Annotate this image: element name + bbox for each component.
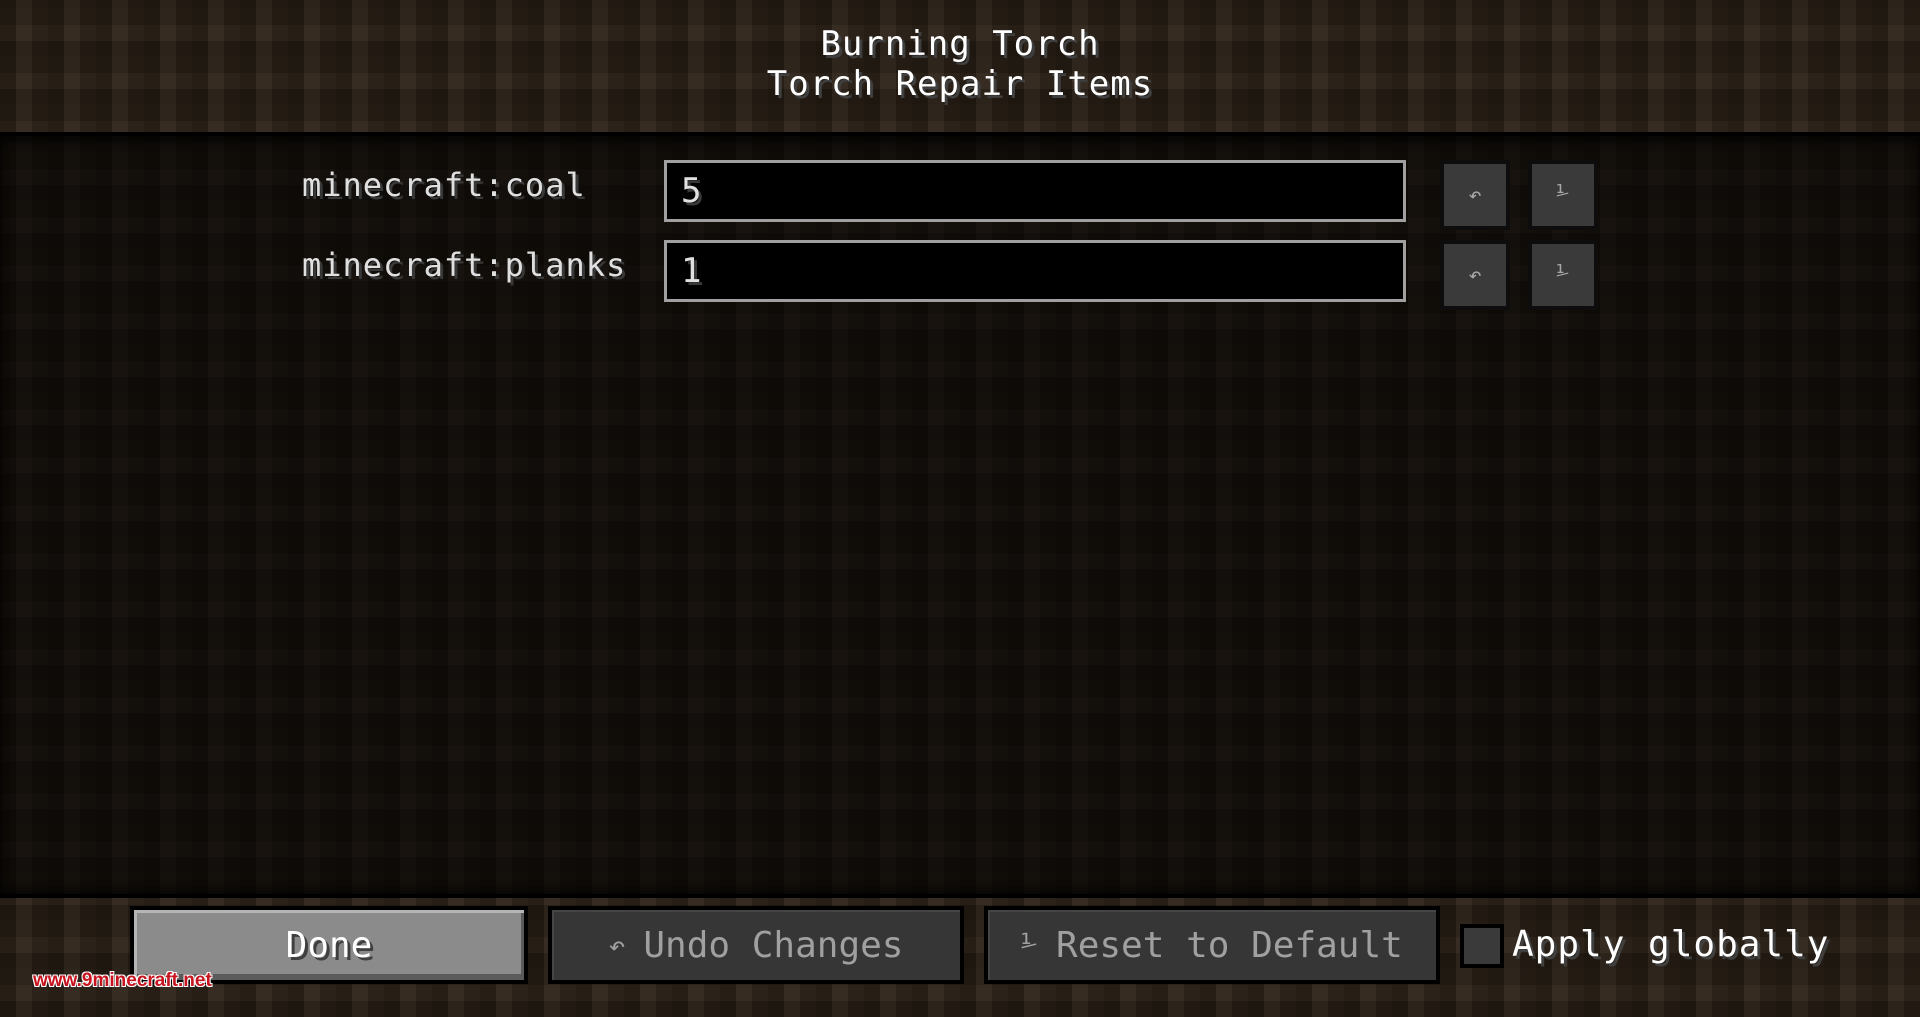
reset-to-default-label: Reset to Default	[1056, 924, 1403, 966]
config-entry-coal: minecraft:coal ↶ ⅟	[0, 144, 1920, 230]
header: Burning Torch Torch Repair Items	[0, 0, 1920, 132]
entry-value-input[interactable]	[664, 160, 1406, 222]
screen-title: Torch Repair Items	[766, 64, 1154, 104]
entry-value-input[interactable]	[664, 240, 1406, 302]
undo-arrow-icon: ↶	[1468, 262, 1482, 288]
done-button-label: Done	[285, 924, 373, 966]
undo-changes-button[interactable]: ↶ Undo Changes	[548, 906, 964, 984]
undo-arrow-icon: ↶	[1468, 182, 1482, 208]
apply-globally-label[interactable]: Apply globally	[1512, 924, 1829, 965]
undo-arrow-icon: ↶	[608, 928, 626, 962]
entry-key-label: minecraft:coal	[302, 166, 586, 204]
mod-title: Burning Torch	[820, 24, 1100, 64]
config-entry-list[interactable]: minecraft:coal ↶ ⅟ minecraft:planks ↶ ⅟	[0, 132, 1920, 898]
reset-default-icon: ⅟	[1556, 262, 1570, 288]
reset-to-default-button[interactable]: ⅟ Reset to Default	[984, 906, 1440, 984]
footer-bar: Done ↶ Undo Changes ⅟ Reset to Default A…	[0, 894, 1920, 1017]
undo-changes-label: Undo Changes	[643, 924, 904, 966]
reset-default-icon: ⅟	[1021, 928, 1039, 962]
apply-globally-checkbox[interactable]	[1460, 924, 1504, 968]
entry-reset-button[interactable]: ⅟	[1528, 240, 1598, 310]
entry-undo-button[interactable]: ↶	[1440, 160, 1510, 230]
reset-default-icon: ⅟	[1556, 182, 1570, 208]
entry-reset-button[interactable]: ⅟	[1528, 160, 1598, 230]
watermark: www.9minecraft.net	[33, 970, 212, 991]
entry-key-label: minecraft:planks	[302, 246, 627, 284]
entry-undo-button[interactable]: ↶	[1440, 240, 1510, 310]
config-entry-planks: minecraft:planks ↶ ⅟	[0, 224, 1920, 310]
